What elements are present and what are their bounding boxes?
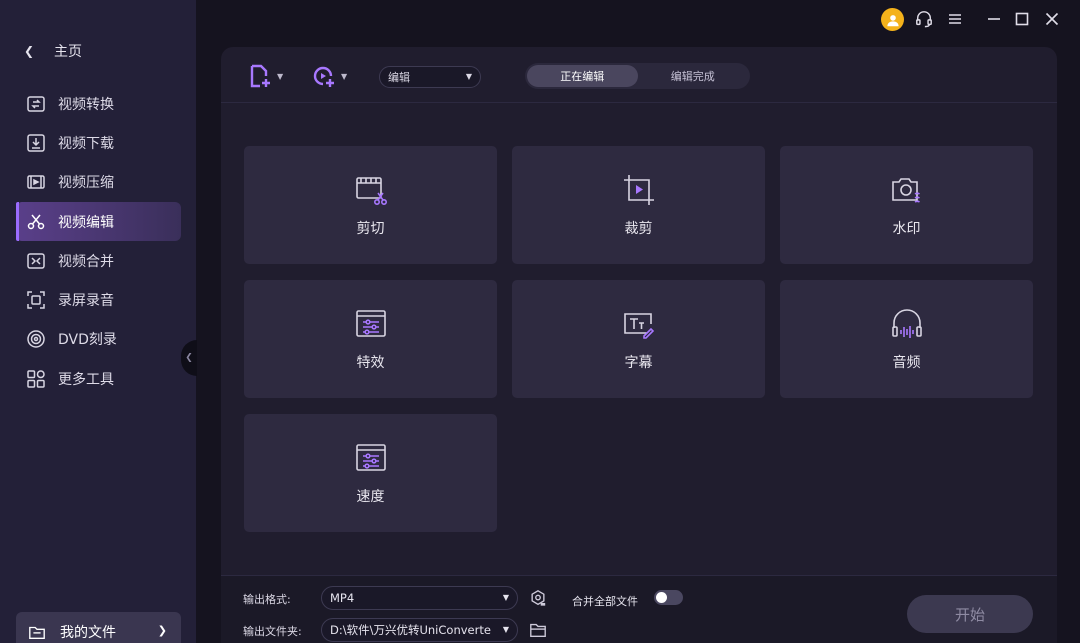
my-files-label: 我的文件 <box>60 625 116 641</box>
add-file-button[interactable]: ▼ <box>247 63 283 89</box>
sidebar-item-label: DVD刻录 <box>58 332 117 349</box>
watermark-icon <box>891 178 920 203</box>
chevron-down-icon: ▼ <box>465 72 472 81</box>
chevron-down-icon: ▼ <box>502 593 509 602</box>
scissors-icon <box>27 214 45 229</box>
tool-card-speed[interactable]: 速度 <box>244 414 497 532</box>
close-button[interactable] <box>1041 8 1063 30</box>
mode-select-value: 编辑 <box>388 71 410 84</box>
merge-all-label: 合并全部文件 <box>572 595 638 608</box>
sidebar: ❮ 主页 视频转换 视频下载 视频压缩 视频编辑 视频合并 录屏录音 DVD刻录… <box>0 0 196 643</box>
edit-status-tabs: 正在编辑 编辑完成 <box>525 63 750 89</box>
maximize-icon <box>1015 12 1029 26</box>
add-media-button[interactable]: ▼ <box>311 63 347 89</box>
grid-icon <box>27 369 45 388</box>
toolbar: ▼ ▼ 编辑 ▼ 正在编辑 编辑完成 <box>221 47 1057 103</box>
chevron-left-icon: ❮ <box>24 44 35 58</box>
tool-card-effects[interactable]: 特效 <box>244 280 497 398</box>
cut-icon <box>355 177 387 205</box>
chevron-down-icon: ▼ <box>277 71 284 81</box>
tool-card-label: 水印 <box>892 221 921 237</box>
chevron-down-icon: ▼ <box>502 625 509 634</box>
output-format-label: 输出格式: <box>243 593 291 606</box>
tab-editing[interactable]: 正在编辑 <box>527 65 638 87</box>
output-folder-label: 输出文件夹: <box>243 625 302 638</box>
subtitle-icon <box>623 313 654 339</box>
output-format-select[interactable]: MP4 ▼ <box>321 586 518 610</box>
sidebar-item-label: 视频下载 <box>58 135 114 152</box>
chevron-left-icon: ❮ <box>185 353 193 363</box>
sidebar-item-label: 视频合并 <box>58 253 114 270</box>
sidebar-item-label: 视频压缩 <box>58 175 114 192</box>
tool-card-label: 裁剪 <box>624 221 653 237</box>
folder-icon <box>29 626 45 639</box>
add-media-icon <box>313 66 334 87</box>
format-settings-button[interactable] <box>527 587 549 609</box>
tool-card-audio[interactable]: 音频 <box>780 280 1033 398</box>
disc-icon <box>27 330 45 349</box>
start-button[interactable]: 开始 <box>907 595 1033 633</box>
sidebar-item-video-download[interactable]: 视频下载 <box>16 123 181 162</box>
home-link[interactable]: ❮ 主页 <box>24 40 82 62</box>
output-settings-bar: 输出格式: MP4 ▼ 合并全部文件 输出文件夹: D:\软件\万兴优转UniC… <box>221 575 1057 643</box>
chevron-right-icon: ❯ <box>157 624 167 637</box>
output-format-value: MP4 <box>330 591 355 605</box>
tool-card-label: 特效 <box>356 355 385 371</box>
tool-card-label: 剪切 <box>356 221 385 237</box>
sidebar-item-label: 视频编辑 <box>58 214 114 231</box>
video-convert-icon <box>27 95 45 112</box>
crop-icon <box>623 175 654 205</box>
effects-icon <box>355 310 386 337</box>
output-folder-value: D:\软件\万兴优转UniConverte <box>330 623 491 637</box>
screen-record-icon <box>27 291 45 309</box>
maximize-button[interactable] <box>1011 8 1033 30</box>
minimize-icon <box>988 18 1000 20</box>
main-panel: ▼ ▼ 编辑 ▼ 正在编辑 编辑完成 剪切 裁剪 水印 特效 字幕 音频 速度 … <box>221 47 1057 643</box>
my-files-button[interactable]: 我的文件 ❯ <box>16 612 181 643</box>
sidebar-item-label: 视频转换 <box>58 96 114 113</box>
sidebar-nav: 视频转换 视频下载 视频压缩 视频编辑 视频合并 录屏录音 DVD刻录 更多工具 <box>16 84 181 398</box>
sidebar-item-video-edit[interactable]: 视频编辑 <box>16 201 181 242</box>
tool-card-watermark[interactable]: 水印 <box>780 146 1033 264</box>
compress-icon <box>27 175 45 189</box>
close-icon <box>1045 12 1059 26</box>
folder-icon <box>530 623 546 637</box>
tab-edit-complete[interactable]: 编辑完成 <box>638 65 749 87</box>
download-icon <box>27 134 45 152</box>
chevron-down-icon: ▼ <box>341 71 348 81</box>
speed-icon <box>355 444 386 471</box>
merge-all-toggle[interactable] <box>654 590 683 605</box>
headset-icon <box>916 11 932 28</box>
tool-card-label: 音频 <box>892 355 921 371</box>
support-headset-button[interactable] <box>913 8 935 30</box>
audio-icon <box>891 309 922 338</box>
tool-card-cut[interactable]: 剪切 <box>244 146 497 264</box>
tool-card-label: 速度 <box>356 489 385 505</box>
sidebar-item-video-compress[interactable]: 视频压缩 <box>16 163 181 202</box>
gear-icon <box>531 590 546 606</box>
hamburger-menu-icon <box>949 14 961 24</box>
open-folder-button[interactable] <box>527 619 549 641</box>
menu-button[interactable] <box>944 8 966 30</box>
home-label: 主页 <box>54 44 82 60</box>
sidebar-item-screen-record[interactable]: 录屏录音 <box>16 280 181 319</box>
minimize-button[interactable] <box>983 8 1005 30</box>
tool-card-crop[interactable]: 裁剪 <box>512 146 765 264</box>
sidebar-item-dvd-burn[interactable]: DVD刻录 <box>16 320 181 359</box>
sidebar-item-label: 录屏录音 <box>58 293 114 310</box>
merge-icon <box>27 253 45 269</box>
sidebar-item-video-merge[interactable]: 视频合并 <box>16 241 181 280</box>
tool-card-subtitle[interactable]: 字幕 <box>512 280 765 398</box>
mode-select[interactable]: 编辑 ▼ <box>379 66 481 88</box>
output-folder-select[interactable]: D:\软件\万兴优转UniConverte ▼ <box>321 618 518 642</box>
sidebar-item-label: 更多工具 <box>58 371 114 388</box>
add-file-icon <box>250 64 270 88</box>
user-icon <box>886 14 899 26</box>
user-avatar[interactable] <box>881 8 904 31</box>
sidebar-item-video-convert[interactable]: 视频转换 <box>16 84 181 123</box>
sidebar-item-more-tools[interactable]: 更多工具 <box>16 359 181 398</box>
tool-card-label: 字幕 <box>624 355 653 371</box>
